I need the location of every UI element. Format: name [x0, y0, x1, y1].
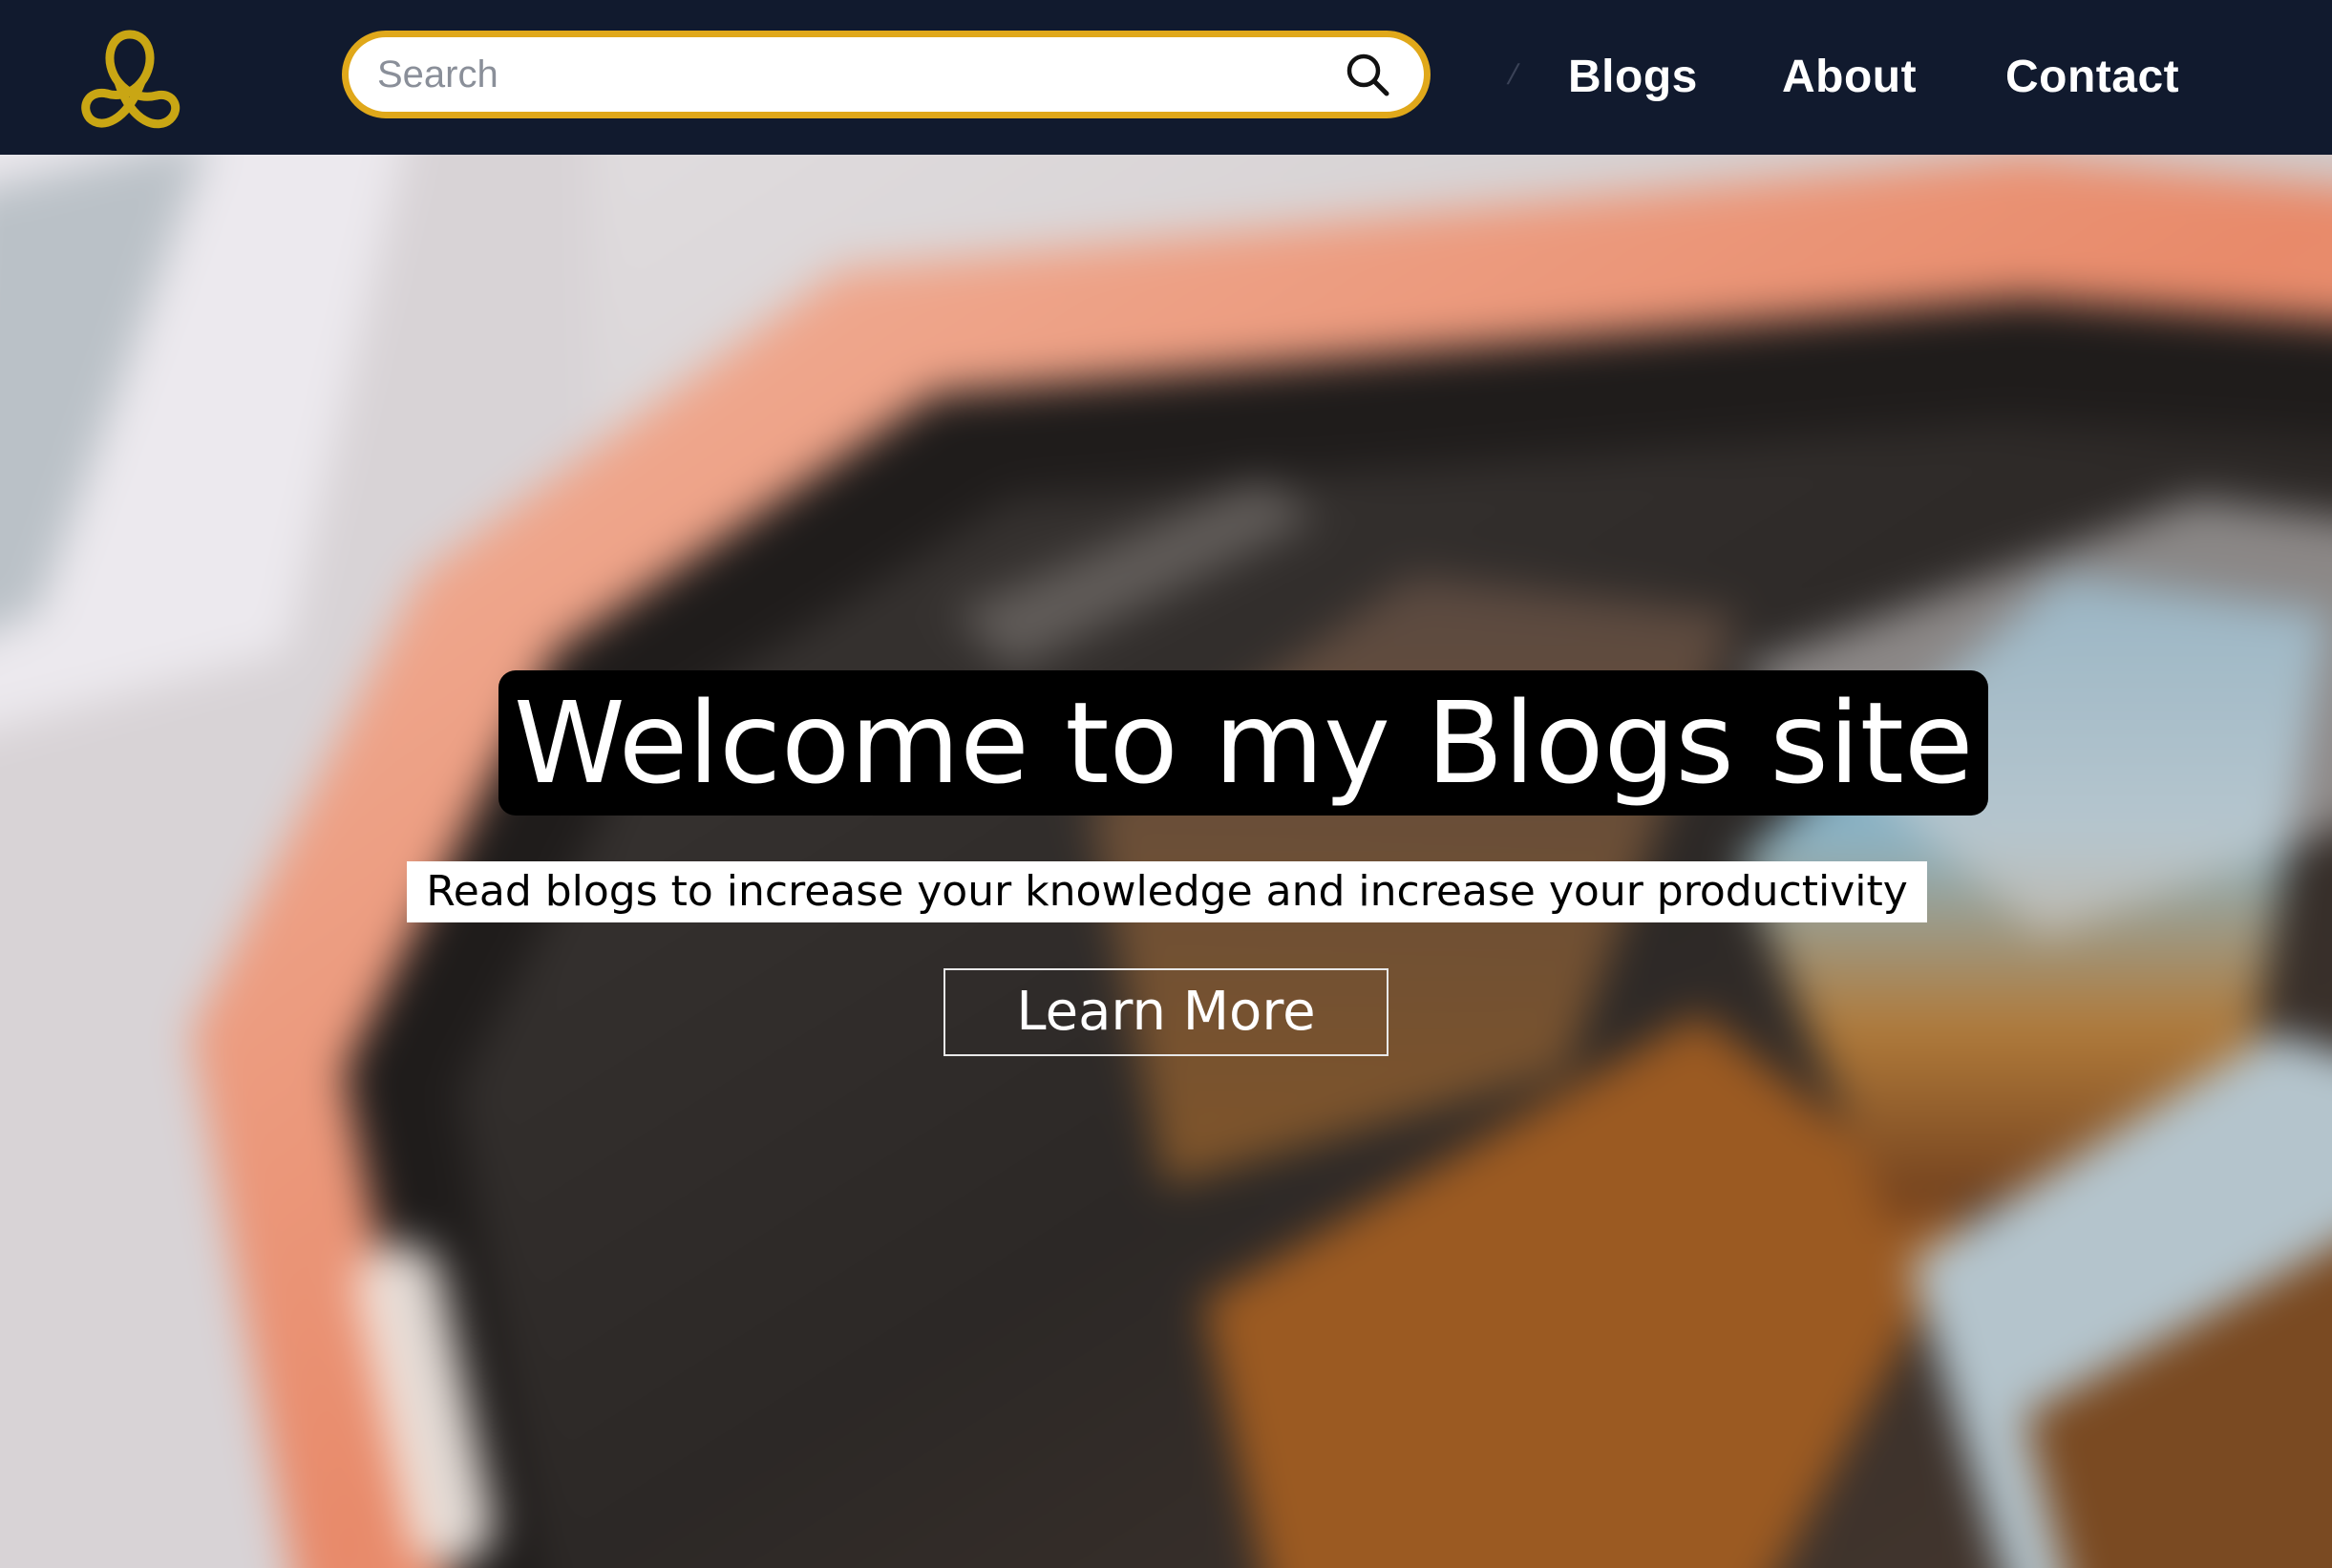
search-input[interactable] — [377, 37, 1313, 112]
nav-link-contact[interactable]: Contact — [2005, 48, 2179, 107]
hero-section: Welcome to my Blogs site Read blogs to i… — [0, 155, 2332, 1568]
nav-link-about[interactable]: About — [1782, 48, 1917, 107]
page: / Blogs About Contact — [0, 0, 2332, 1568]
hero-subtitle: Read blogs to increase your knowledge an… — [407, 861, 1927, 922]
learn-more-button[interactable]: Learn More — [943, 968, 1389, 1056]
logo-icon[interactable] — [74, 27, 185, 130]
nav-separator: / — [1504, 59, 1521, 91]
nav-link-blogs[interactable]: Blogs — [1568, 48, 1698, 107]
search-bar — [342, 31, 1431, 118]
navbar: / Blogs About Contact — [0, 0, 2332, 155]
search-icon[interactable] — [1344, 51, 1391, 98]
hero-title: Welcome to my Blogs site — [498, 670, 1989, 816]
